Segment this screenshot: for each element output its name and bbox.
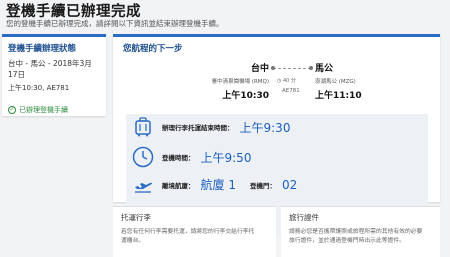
check-circle-icon: ✓ [8, 105, 16, 114]
documents-text-line-2: 旅行證件，並於通過登機門時出示此等證件。 [289, 237, 405, 244]
checkin-status: ✓ 已辦理登機手續 [8, 105, 100, 115]
arrival-airport: 澎湖馬公 (MZG) [315, 79, 356, 85]
suitcase-icon [132, 117, 154, 137]
trip-date-day: 17日 [8, 69, 26, 79]
gate-label: 登機門： [249, 181, 276, 190]
summary-title: 登機手續辦理狀態 [8, 44, 77, 54]
route-line [273, 68, 311, 69]
next-steps-card: 您航程的下一步 台中 臺中清泉崗機場 (RMQ) 上午10:30 ◷ 40 分 … [113, 34, 440, 236]
page-subtitle: 您的登機手續已辦理完成，請詳閱以下資訊並結束辦理登機手續。 [6, 19, 224, 28]
luggage-text-line-1: 若您有任何行李需要托運，請將您的行李交給行李托 [121, 229, 255, 235]
travel-documents-section: 旅行證件 請務必您是否攜帶護照或旅程所需的其他有效的必要 旅行證件，並於通過登機… [281, 206, 440, 257]
terminal-value: 航廈 1 [200, 178, 236, 192]
origin-dot [271, 66, 275, 70]
bag-drop-label: 辦理行李托運結束時間： [162, 124, 234, 132]
trip-route-line: 台中 - 馬公 - 2018年3月 [8, 59, 92, 68]
boarding-label: 登機時間： [162, 154, 195, 162]
boarding-time-row: 登機時間： 上午9:50 [132, 146, 251, 168]
luggage-section: 托運行李 若您有任何行李需要托運，請將您的行李交給行李托 運櫃台。 [113, 206, 276, 257]
flight-connector: ◷ 40 分 AE781 [271, 64, 313, 94]
arrival-info: 馬公 澎湖馬公 (MZG) 上午11:10 [315, 61, 425, 101]
destination-dot [309, 66, 313, 70]
flight-time-number: 上午10:30, AE781 [8, 83, 70, 92]
boarding-time: 上午9:50 [200, 150, 252, 165]
gate-value: 02 [281, 177, 298, 192]
documents-text: 請務必您是否攜帶護照或旅程所需的其他有效的必要 旅行證件，並於通過登機門時出示此… [289, 228, 432, 245]
departure-info: 台中 臺中清泉崗機場 (RMQ) 上午10:30 [165, 61, 269, 101]
flight-duration: ◷ 40 分 [277, 77, 296, 84]
duration-clock-icon: ◷ [277, 78, 282, 84]
arrival-time: 上午11:10 [315, 91, 362, 101]
terminal-gate-row: 離境航廈： 航廈 1 登機門： 02 [132, 176, 297, 193]
status-text: 已辦理登機手續 [19, 105, 68, 114]
duration-text: 40 分 [282, 78, 296, 84]
flight-number: AE781 [282, 88, 300, 94]
luggage-text: 若您有任何行李需要托運，請將您的行李交給行李托 運櫃台。 [121, 228, 268, 245]
clock-icon [132, 146, 154, 168]
departure-city: 台中 [250, 64, 269, 74]
bag-drop-row: 辦理行李托運結束時間： 上午9:30 [132, 117, 290, 137]
trip-route: 台中 - 馬公 - 2018年3月 17日 [8, 59, 100, 81]
checkin-summary-card: 登機手續辦理狀態 台中 - 馬公 - 2018年3月 17日 上午10:30, … [2, 34, 106, 116]
documents-text-line-1: 請務必您是否攜帶護照或旅程所需的其他有效的必要 [289, 229, 423, 235]
terminal-label: 離境航廈： [162, 181, 195, 190]
plane-takeoff-icon [132, 177, 154, 193]
bag-drop-time: 上午9:30 [239, 120, 291, 135]
luggage-title: 托運行李 [121, 213, 151, 222]
next-steps-title: 您航程的下一步 [123, 44, 183, 54]
documents-title: 旅行證件 [289, 213, 319, 222]
arrival-city: 馬公 [315, 64, 334, 74]
luggage-text-line-2: 運櫃台。 [121, 237, 145, 244]
departure-time: 上午10:30 [222, 91, 269, 101]
departure-airport: 臺中清泉崗機場 (RMQ) [211, 79, 269, 85]
